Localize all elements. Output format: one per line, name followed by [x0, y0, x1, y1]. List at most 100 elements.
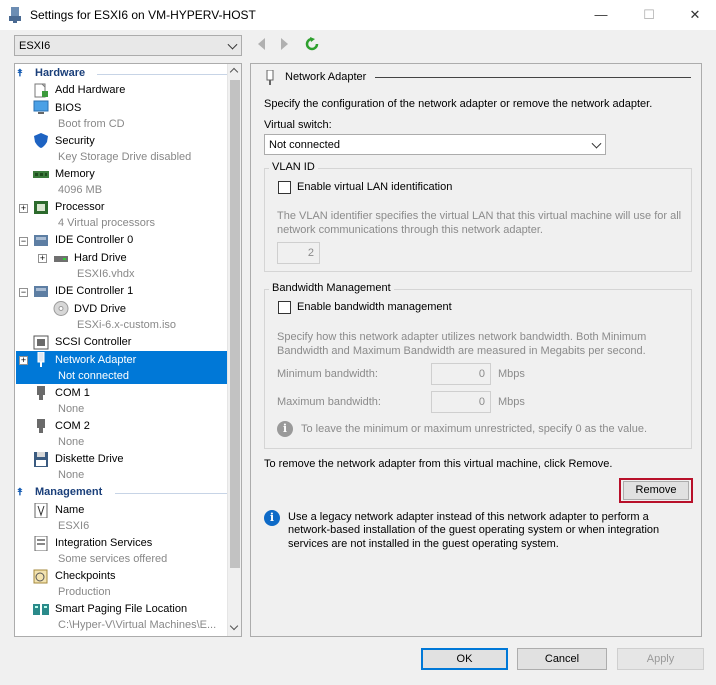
ide-controller-icon: [34, 235, 48, 246]
header-divider: [375, 77, 691, 78]
collapse-ide0-icon[interactable]: −: [19, 237, 28, 246]
tree-item-com1[interactable]: COM 1: [55, 386, 90, 401]
ok-button[interactable]: OK: [421, 648, 508, 670]
tree-item-ide-controller-1[interactable]: IDE Controller 1: [55, 284, 133, 299]
panel-header: Network Adapter: [285, 71, 367, 83]
hard-drive-icon: [54, 256, 68, 262]
tree-sub-diskette-drive: None: [58, 469, 85, 481]
settings-tree[interactable]: ⯭ Hardware Add Hardware BIOS Boot from CD…: [14, 63, 242, 637]
tree-sub-security: Key Storage Drive disabled: [58, 151, 192, 163]
scrollbar-thumb[interactable]: [230, 80, 240, 568]
tree-sub-name: ESXI6: [58, 520, 90, 532]
maximum-bandwidth-input[interactable]: 0: [431, 391, 491, 413]
chevron-down-icon: [227, 39, 238, 50]
checkpoints-icon: [33, 569, 48, 584]
tree-sub-checkpoints: Production: [58, 586, 111, 598]
tree-item-memory[interactable]: Memory: [55, 167, 95, 182]
vlan-checkbox-label[interactable]: Enable virtual LAN identification: [297, 181, 452, 193]
shield-icon: [34, 133, 48, 148]
tree-item-add-hardware[interactable]: Add Hardware: [55, 83, 125, 98]
expand-processor-icon[interactable]: +: [19, 204, 28, 213]
tree-sub-bios: Boot from CD: [58, 118, 125, 130]
memory-icon: [33, 171, 49, 178]
tree-sub-hard-drive: ESXI6.vhdx: [77, 268, 135, 280]
minimum-bandwidth-input[interactable]: 0: [431, 363, 491, 385]
tree-sub-memory: 4096 MB: [58, 184, 103, 196]
bios-icon: [33, 100, 49, 114]
tree-sub-processor: 4 Virtual processors: [58, 217, 156, 229]
close-button[interactable]: ✕: [672, 0, 716, 30]
tree-item-network-adapter[interactable]: Network Adapter: [55, 353, 136, 368]
tree-item-smart-paging[interactable]: Smart Paging File Location: [55, 602, 187, 617]
chevron-down-icon: [591, 138, 602, 149]
legacy-info-line1: Use a legacy network adapter instead of …: [288, 511, 649, 523]
expand-network-adapter-icon[interactable]: +: [19, 356, 28, 365]
management-section-header[interactable]: ⯭ Management: [17, 486, 102, 500]
back-arrow-icon[interactable]: [258, 38, 265, 50]
section-divider: [97, 74, 227, 75]
tree-item-name[interactable]: Name: [55, 503, 84, 518]
tree-item-bios[interactable]: BIOS: [55, 101, 81, 116]
vm-selector[interactable]: ESXI6: [14, 35, 242, 56]
virtual-switch-value: Not connected: [269, 138, 340, 151]
window-title: Settings for ESXI6 on VM-HYPERV-HOST: [30, 8, 256, 22]
maximum-bandwidth-label: Maximum bandwidth:: [277, 396, 381, 408]
tree-sub-network-adapter: Not connected: [58, 370, 129, 382]
tree-scrollbar[interactable]: [227, 64, 241, 636]
tree-sub-com2: None: [58, 436, 85, 448]
apply-button[interactable]: Apply: [617, 648, 704, 670]
collapse-ide1-icon[interactable]: −: [19, 288, 28, 297]
dvd-drive-icon: [53, 301, 69, 316]
info-icon: i: [277, 421, 293, 437]
section-divider: [115, 493, 227, 494]
cancel-button[interactable]: Cancel: [517, 648, 607, 670]
scroll-down-icon[interactable]: [229, 621, 239, 631]
refresh-icon[interactable]: [305, 37, 319, 51]
smart-paging-icon: [33, 604, 49, 615]
vlan-checkbox[interactable]: [278, 181, 291, 194]
legacy-info-line2: network-based installation of the guest …: [288, 524, 660, 536]
bandwidth-checkbox[interactable]: [278, 301, 291, 314]
settings-app-icon: [9, 7, 21, 23]
tree-sub-com1: None: [58, 403, 85, 415]
expand-hard-drive-icon[interactable]: +: [38, 254, 47, 263]
scsi-controller-icon: [33, 335, 49, 350]
tree-item-checkpoints[interactable]: Checkpoints: [55, 569, 116, 584]
vm-selector-value: ESXI6: [19, 39, 51, 52]
network-adapter-panel: Network Adapter Specify the configuratio…: [250, 63, 702, 637]
tree-item-hard-drive[interactable]: Hard Drive: [74, 251, 127, 266]
vlan-description-line2: network communications through this netw…: [277, 224, 543, 236]
maximize-button[interactable]: ☐: [626, 0, 672, 30]
com-port-icon: [37, 386, 45, 400]
vlan-id-input[interactable]: 2: [277, 242, 320, 264]
bandwidth-description-line2: Bandwidth and Maximum Bandwidth are meas…: [277, 345, 646, 357]
tree-item-com2[interactable]: COM 2: [55, 419, 90, 434]
diskette-icon: [34, 452, 48, 467]
tree-item-scsi-controller[interactable]: SCSI Controller: [55, 335, 131, 350]
tree-item-security[interactable]: Security: [55, 134, 95, 149]
tree-item-ide-controller-0[interactable]: IDE Controller 0: [55, 233, 133, 248]
virtual-switch-select[interactable]: Not connected: [264, 134, 606, 155]
title-bar: Settings for ESXI6 on VM-HYPERV-HOST — ☐…: [0, 0, 716, 30]
network-adapter-icon: [266, 70, 274, 85]
tree-item-integration-services[interactable]: Integration Services: [55, 536, 152, 551]
ide-controller-icon: [34, 286, 48, 297]
name-icon: [34, 503, 48, 518]
vlan-group-title: VLAN ID: [269, 161, 318, 173]
forward-arrow-icon[interactable]: [281, 38, 288, 50]
remove-button[interactable]: Remove: [623, 481, 689, 500]
tree-item-processor[interactable]: Processor: [55, 200, 105, 215]
remove-instructions: To remove the network adapter from this …: [264, 458, 613, 470]
tree-item-dvd-drive[interactable]: DVD Drive: [74, 302, 126, 317]
bandwidth-description-line1: Specify how this network adapter utilize…: [277, 331, 647, 343]
legacy-info-line3: services are not installed in the guest …: [288, 538, 559, 550]
virtual-switch-label: Virtual switch:: [264, 119, 332, 131]
hardware-section-header[interactable]: ⯭ Hardware: [17, 67, 85, 81]
minimize-button[interactable]: —: [578, 0, 624, 30]
tree-item-diskette-drive[interactable]: Diskette Drive: [55, 452, 123, 467]
integration-services-icon: [34, 536, 48, 551]
collapse-icon: ⯭: [17, 487, 23, 498]
scroll-up-icon[interactable]: [229, 67, 239, 77]
bandwidth-checkbox-label[interactable]: Enable bandwidth management: [297, 301, 452, 313]
panel-description: Specify the configuration of the network…: [264, 98, 653, 110]
